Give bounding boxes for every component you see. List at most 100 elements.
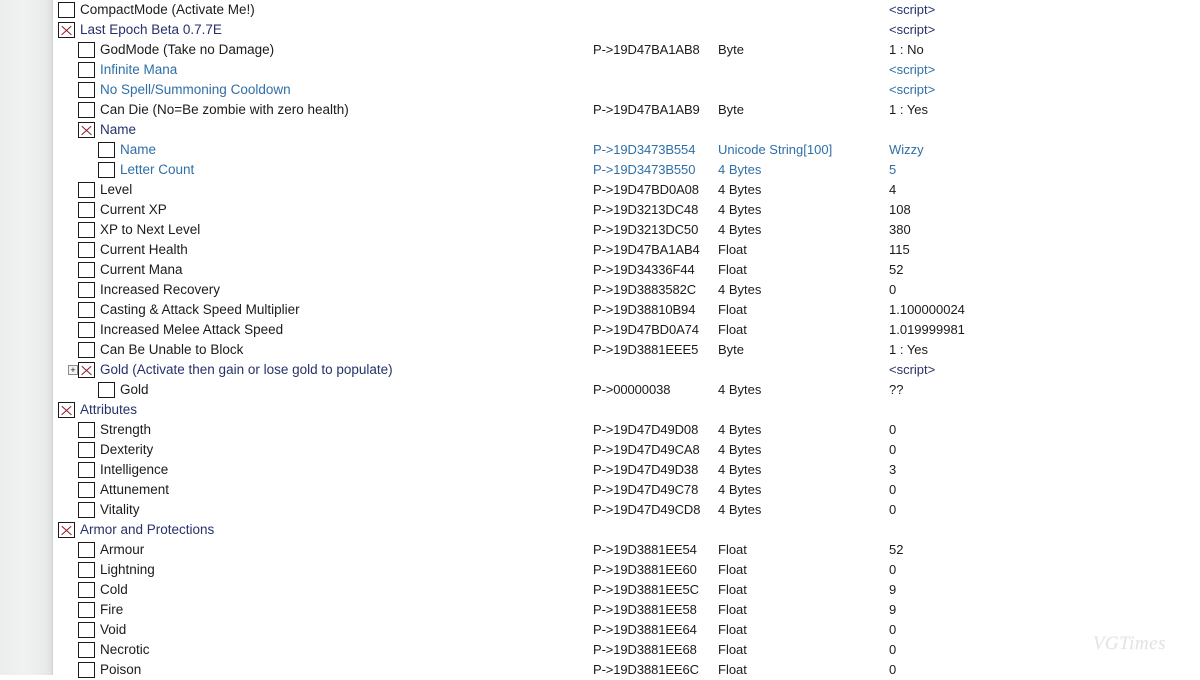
row-value[interactable]: 0: [889, 660, 896, 680]
table-row[interactable]: Can Die (No=Be zombie with zero health)P…: [53, 100, 1200, 120]
row-value[interactable]: 0: [889, 280, 896, 300]
table-row[interactable]: Increased Melee Attack SpeedP->19D47BD0A…: [53, 320, 1200, 340]
row-checkbox[interactable]: [78, 202, 95, 218]
table-row[interactable]: FireP->19D3881EE58Float9: [53, 600, 1200, 620]
table-row[interactable]: GodMode (Take no Damage)P->19D47BA1AB8By…: [53, 40, 1200, 60]
table-row[interactable]: Last Epoch Beta 0.7.7E<script>: [53, 20, 1200, 40]
row-checkbox-checked[interactable]: [58, 522, 75, 538]
table-row[interactable]: XP to Next LevelP->19D3213DC504 Bytes380: [53, 220, 1200, 240]
row-checkbox[interactable]: [78, 542, 95, 558]
table-row[interactable]: VoidP->19D3881EE64Float0: [53, 620, 1200, 640]
row-value[interactable]: 1 : Yes: [889, 340, 928, 360]
table-row[interactable]: ArmourP->19D3881EE54Float52: [53, 540, 1200, 560]
row-value[interactable]: 0: [889, 560, 896, 580]
row-checkbox[interactable]: [78, 62, 95, 78]
row-value[interactable]: <script>: [889, 20, 935, 40]
table-row[interactable]: NecroticP->19D3881EE68Float0: [53, 640, 1200, 660]
row-checkbox[interactable]: [98, 142, 115, 158]
table-row[interactable]: LevelP->19D47BD0A084 Bytes4: [53, 180, 1200, 200]
table-row[interactable]: No Spell/Summoning Cooldown<script>: [53, 80, 1200, 100]
table-row[interactable]: DexterityP->19D47D49CA84 Bytes0: [53, 440, 1200, 460]
row-value[interactable]: 0: [889, 420, 896, 440]
row-checkbox[interactable]: [78, 462, 95, 478]
row-checkbox[interactable]: [78, 502, 95, 518]
row-checkbox[interactable]: [78, 622, 95, 638]
table-row[interactable]: NameP->19D3473B554Unicode String[100]Wiz…: [53, 140, 1200, 160]
row-checkbox[interactable]: [78, 582, 95, 598]
row-value[interactable]: 0: [889, 640, 896, 660]
table-row[interactable]: Current XPP->19D3213DC484 Bytes108: [53, 200, 1200, 220]
row-value[interactable]: 108: [889, 200, 911, 220]
row-checkbox[interactable]: [78, 482, 95, 498]
row-value[interactable]: 3: [889, 460, 896, 480]
table-row[interactable]: Letter CountP->19D3473B5504 Bytes5: [53, 160, 1200, 180]
row-value[interactable]: 1 : No: [889, 40, 924, 60]
table-row[interactable]: StrengthP->19D47D49D084 Bytes0: [53, 420, 1200, 440]
row-checkbox[interactable]: [78, 342, 95, 358]
row-checkbox[interactable]: [78, 322, 95, 338]
row-value[interactable]: 52: [889, 260, 903, 280]
row-value[interactable]: 380: [889, 220, 911, 240]
row-value[interactable]: 1.100000024: [889, 300, 965, 320]
row-checkbox[interactable]: [98, 382, 115, 398]
table-row[interactable]: +Gold (Activate then gain or lose gold t…: [53, 360, 1200, 380]
row-checkbox[interactable]: [78, 42, 95, 58]
row-checkbox[interactable]: [78, 562, 95, 578]
row-checkbox[interactable]: [78, 182, 95, 198]
row-checkbox[interactable]: [78, 422, 95, 438]
row-checkbox[interactable]: [78, 82, 95, 98]
table-row[interactable]: VitalityP->19D47D49CD84 Bytes0: [53, 500, 1200, 520]
row-value[interactable]: Wizzy: [889, 140, 924, 160]
table-row[interactable]: ColdP->19D3881EE5CFloat9: [53, 580, 1200, 600]
table-row[interactable]: AttunementP->19D47D49C784 Bytes0: [53, 480, 1200, 500]
row-checkbox[interactable]: [78, 442, 95, 458]
table-row[interactable]: Armor and Protections: [53, 520, 1200, 540]
row-checkbox-checked[interactable]: [58, 22, 75, 38]
table-row[interactable]: GoldP->000000384 Bytes??: [53, 380, 1200, 400]
table-row[interactable]: Infinite Mana<script>: [53, 60, 1200, 80]
table-row[interactable]: Name: [53, 120, 1200, 140]
table-row[interactable]: Current HealthP->19D47BA1AB4Float115: [53, 240, 1200, 260]
row-value[interactable]: 0: [889, 480, 896, 500]
table-row[interactable]: Current ManaP->19D34336F44Float52: [53, 260, 1200, 280]
row-checkbox[interactable]: [78, 302, 95, 318]
table-row[interactable]: Can Be Unable to BlockP->19D3881EEE5Byte…: [53, 340, 1200, 360]
row-checkbox[interactable]: [78, 222, 95, 238]
row-value[interactable]: <script>: [889, 360, 935, 380]
row-value[interactable]: 0: [889, 620, 896, 640]
row-value[interactable]: 5: [889, 160, 896, 180]
row-checkbox[interactable]: [78, 602, 95, 618]
row-value[interactable]: ??: [889, 380, 903, 400]
row-checkbox[interactable]: [58, 2, 75, 18]
row-value[interactable]: 0: [889, 500, 896, 520]
row-value[interactable]: 115: [889, 240, 910, 260]
row-value[interactable]: 1.019999981: [889, 320, 965, 340]
row-checkbox-checked[interactable]: [78, 362, 95, 378]
row-value[interactable]: 4: [889, 180, 896, 200]
row-value[interactable]: 9: [889, 580, 896, 600]
row-value[interactable]: 0: [889, 440, 896, 460]
table-row[interactable]: PoisonP->19D3881EE6CFloat0: [53, 660, 1200, 680]
row-checkbox-checked[interactable]: [78, 122, 95, 138]
expand-toggle-icon[interactable]: +: [68, 365, 78, 375]
row-checkbox[interactable]: [78, 282, 95, 298]
row-checkbox[interactable]: [98, 162, 115, 178]
row-value[interactable]: 52: [889, 540, 903, 560]
cheat-table-list[interactable]: CompactMode (Activate Me!)<script>Last E…: [53, 0, 1200, 675]
row-checkbox[interactable]: [78, 642, 95, 658]
row-checkbox[interactable]: [78, 262, 95, 278]
row-checkbox[interactable]: [78, 242, 95, 258]
table-row[interactable]: CompactMode (Activate Me!)<script>: [53, 0, 1200, 20]
row-value[interactable]: 1 : Yes: [889, 100, 928, 120]
row-value[interactable]: <script>: [889, 0, 935, 20]
row-checkbox[interactable]: [78, 102, 95, 118]
table-row[interactable]: IntelligenceP->19D47D49D384 Bytes3: [53, 460, 1200, 480]
table-row[interactable]: Attributes: [53, 400, 1200, 420]
table-row[interactable]: Casting & Attack Speed MultiplierP->19D3…: [53, 300, 1200, 320]
row-checkbox[interactable]: [78, 662, 95, 678]
table-row[interactable]: Increased RecoveryP->19D3883582C4 Bytes0: [53, 280, 1200, 300]
row-value[interactable]: <script>: [889, 60, 935, 80]
row-value[interactable]: <script>: [889, 80, 935, 100]
row-value[interactable]: 9: [889, 600, 896, 620]
table-row[interactable]: LightningP->19D3881EE60Float0: [53, 560, 1200, 580]
